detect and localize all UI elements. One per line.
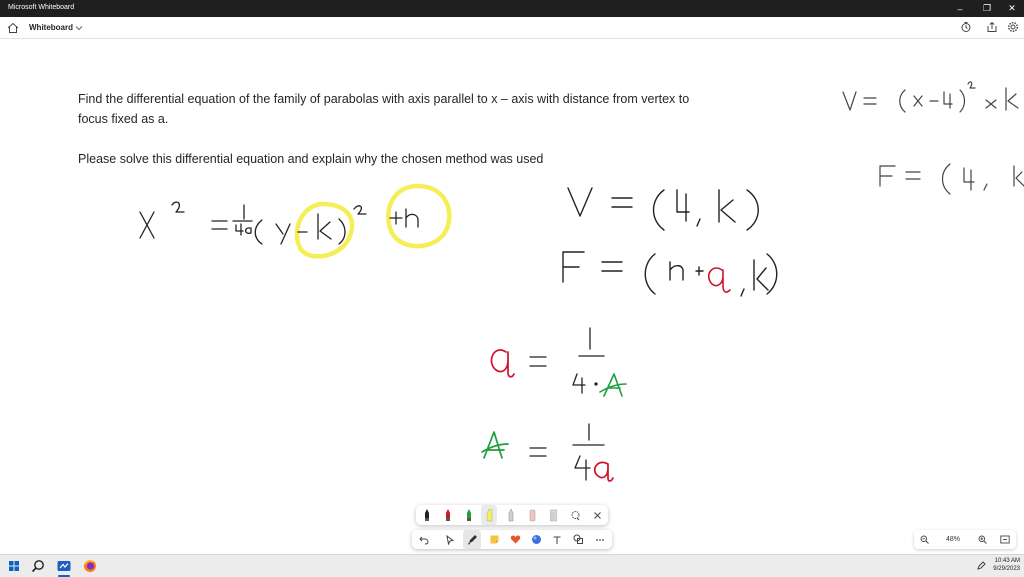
- gear-icon[interactable]: [1007, 21, 1019, 33]
- close-palette-button[interactable]: [589, 505, 605, 525]
- shapes-button[interactable]: [570, 530, 586, 549]
- shapes-icon: [573, 534, 583, 544]
- ink-fraction-2: [529, 423, 605, 481]
- more-tools-button[interactable]: [592, 530, 608, 549]
- text-button[interactable]: [549, 530, 565, 549]
- lasso-button[interactable]: [567, 505, 583, 525]
- ink-fraction-1: [529, 327, 605, 394]
- pen-icon: [425, 509, 429, 521]
- ink-vertex-eq: [567, 187, 759, 231]
- taskbar: 10:43 AM 9/29/2023: [0, 554, 1024, 577]
- zoom-out-icon[interactable]: [920, 535, 929, 544]
- pencil-icon: [508, 508, 514, 522]
- zoom-level[interactable]: 48%: [946, 536, 960, 543]
- window-titlebar: Microsoft Whiteboard – ❐ ✕: [0, 0, 1024, 17]
- home-icon[interactable]: [6, 21, 20, 35]
- eraser-button[interactable]: [525, 505, 539, 525]
- ink-green-A-1: [599, 373, 627, 397]
- zoom-control: 48%: [914, 530, 1016, 549]
- ink-equation-1: [139, 201, 419, 245]
- highlight-circle-h: [386, 183, 452, 249]
- ink-red-a-1: [490, 349, 515, 378]
- ruler-button[interactable]: [546, 505, 560, 525]
- chevron-down-icon[interactable]: [75, 25, 83, 31]
- sticky-note-icon: [490, 535, 498, 544]
- pencil-button[interactable]: [504, 505, 518, 525]
- clock-date: 9/29/2023: [993, 566, 1020, 572]
- lasso-icon: [571, 510, 579, 520]
- ink-canvas[interactable]: [0, 38, 1024, 528]
- reaction-button[interactable]: [507, 530, 523, 549]
- restore-icon[interactable]: ❐: [975, 0, 999, 17]
- firefox-icon[interactable]: [82, 558, 98, 574]
- pen-black-button[interactable]: [420, 505, 434, 525]
- windows-start-icon[interactable]: [6, 558, 22, 574]
- highlighter-strokes: [294, 183, 452, 259]
- text-icon: [553, 536, 561, 544]
- search-icon[interactable]: [30, 558, 46, 574]
- sticky-note-button[interactable]: [486, 530, 502, 549]
- heart-icon: [510, 535, 520, 544]
- zoom-in-icon[interactable]: [978, 535, 987, 544]
- pen-green-button[interactable]: [462, 505, 476, 525]
- ink-right-edge: [842, 81, 1024, 195]
- more-icon: [596, 538, 604, 541]
- share-icon[interactable]: [986, 21, 998, 33]
- highlighter-button[interactable]: [481, 505, 497, 525]
- ruler-icon: [549, 509, 557, 522]
- pen-tool-button[interactable]: [463, 530, 481, 549]
- clock-time: 10:43 AM: [994, 558, 1020, 564]
- close-icon: [593, 511, 601, 519]
- pen-icon: [446, 509, 450, 521]
- whiteboard-app-icon[interactable]: [56, 558, 72, 574]
- minimize-icon[interactable]: –: [948, 0, 972, 17]
- app-header: Whiteboard: [0, 17, 1024, 39]
- board-title[interactable]: Whiteboard: [29, 23, 73, 32]
- ink-red-a-focus: [707, 267, 731, 293]
- content-button[interactable]: [528, 530, 544, 549]
- timer-icon[interactable]: [960, 21, 972, 33]
- ink-green-A-2: [481, 431, 509, 459]
- eraser-icon: [529, 509, 535, 522]
- pen-palette: [416, 505, 608, 525]
- close-window-icon[interactable]: ✕: [1000, 0, 1024, 17]
- select-button[interactable]: [442, 530, 458, 549]
- pen-icon: [467, 509, 471, 521]
- undo-button[interactable]: [416, 530, 432, 549]
- fit-screen-icon[interactable]: [1000, 535, 1010, 544]
- highlighter-icon: [486, 508, 492, 522]
- undo-icon: [419, 536, 429, 544]
- image-icon: [531, 535, 541, 544]
- pen-icon: [467, 535, 477, 545]
- highlight-circle-k: [294, 201, 355, 259]
- ink-red-a-2: [593, 461, 614, 482]
- pen-menu-icon[interactable]: [976, 561, 986, 571]
- main-toolbar: [412, 530, 612, 549]
- ink-focus-eq: [562, 251, 778, 297]
- window-title: Microsoft Whiteboard: [8, 4, 75, 11]
- select-pointer-icon: [446, 534, 455, 545]
- system-clock[interactable]: 10:43 AM 9/29/2023: [993, 557, 1020, 573]
- pen-red-button[interactable]: [441, 505, 455, 525]
